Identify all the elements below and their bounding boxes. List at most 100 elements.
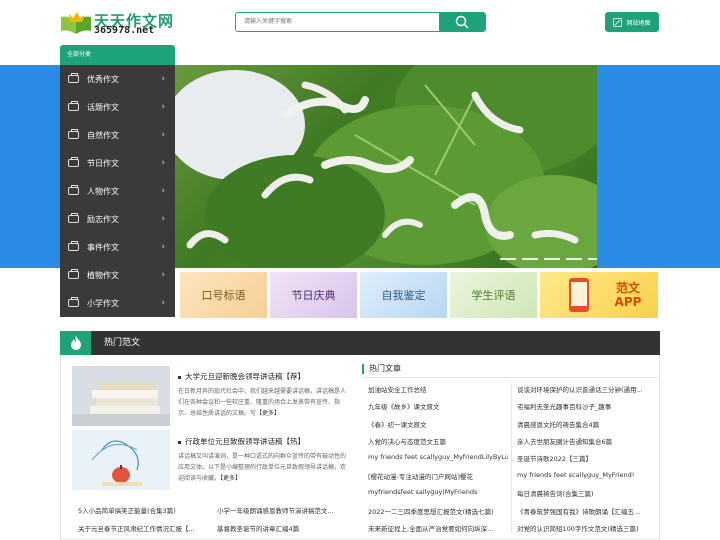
sidebar-item-plant[interactable]: 植物作文 › xyxy=(60,261,175,289)
read-more-link[interactable]: 【更多】 xyxy=(220,475,241,482)
hot-section-header xyxy=(60,331,660,355)
chevron-right-icon: › xyxy=(161,74,165,84)
list-item[interactable]: 加油站安全工作总结 xyxy=(368,384,508,394)
list-item[interactable]: 宅福利无圣光趣事百科沙子_趣事 xyxy=(517,401,657,411)
article-excerpt: 讲话稿又叫讲演词，是一种口语式的向群众宣传的带有鼓动性的应用文体。以下是小编整理… xyxy=(178,451,350,484)
carousel-dot[interactable] xyxy=(588,258,597,260)
edit-icon xyxy=(613,17,623,27)
article-excerpt-text: 讲话稿又叫讲演词，是一种口语式的向群众宣传的带有鼓动性的应用文体。以下是小编整理… xyxy=(178,453,347,482)
list-item[interactable]: 谈谈对环境保护的认识普通话三分钟(通用... xyxy=(517,384,657,394)
briefcase-icon xyxy=(68,157,79,167)
sidebar-item-primary[interactable]: 小学作文 › xyxy=(60,289,175,317)
phone-icon xyxy=(569,278,589,312)
briefcase-icon xyxy=(68,73,79,83)
chevron-right-icon: › xyxy=(161,242,165,252)
chevron-right-icon: › xyxy=(161,214,165,224)
chevron-right-icon: › xyxy=(161,158,165,168)
carousel-dot[interactable] xyxy=(500,258,516,260)
list-item[interactable]: 亲人去世朋友圈计告通知集合6篇 xyxy=(517,436,657,446)
site-logo[interactable]: 天天作文网 365978.net xyxy=(60,10,180,38)
list-item[interactable]: [樱花动漫-专注动漫的门户网站]樱花 xyxy=(368,471,508,481)
sidebar-item-festival[interactable]: 节日作文 › xyxy=(60,149,175,177)
sidebar-item-people[interactable]: 人物作文 › xyxy=(60,177,175,205)
chevron-right-icon: › xyxy=(161,130,165,140)
article-thumbnail[interactable] xyxy=(72,366,170,426)
list-item[interactable]: 对党的认识简短100字作文范文(精选三篇) xyxy=(517,523,657,533)
briefcase-icon xyxy=(68,269,79,279)
site-header: 天天作文网 365978.net 网站地图 xyxy=(0,0,720,46)
article-title[interactable]: 行政单位元旦致假领导讲话稿【热】 xyxy=(178,436,305,447)
sidebar-item-label: 节日作文 xyxy=(87,158,119,168)
apple-image xyxy=(72,430,170,490)
search-bar xyxy=(235,12,486,32)
list-item[interactable]: 清晨感恩文托的祷告集合4篇 xyxy=(517,419,657,429)
briefcase-icon xyxy=(68,129,79,139)
sidebar-item-topic[interactable]: 话题作文 › xyxy=(60,93,175,121)
list-item[interactable]: 关于元旦春节正风肃纪工作情况汇报【... xyxy=(78,523,195,533)
article-thumbnail[interactable] xyxy=(72,430,170,490)
card-label: 节日庆典 xyxy=(291,289,336,302)
sidebar-item-event[interactable]: 事件作文 › xyxy=(60,233,175,261)
sidebar-item-label: 自然作文 xyxy=(87,130,119,140)
list-item[interactable]: 基督教圣诞节的讲章汇编4篇 xyxy=(217,523,299,533)
chevron-right-icon: › xyxy=(161,186,165,196)
list-item[interactable]: 2022一二三四季度思想汇报范文(精选七篇) xyxy=(368,506,508,516)
list-item[interactable]: 未来新征程上,全面从严治党要如何向纵深... xyxy=(368,523,508,533)
banner-image[interactable] xyxy=(175,65,597,268)
list-item[interactable]: my friends feet scallyguy_MyfriendLilyBy… xyxy=(368,453,508,461)
chevron-right-icon: › xyxy=(161,270,165,280)
sitemap-button[interactable]: 网站地图 xyxy=(605,12,659,32)
search-input[interactable] xyxy=(236,13,441,31)
carousel-dot[interactable] xyxy=(566,258,582,260)
list-item[interactable]: 每日清晨祷告词(合集三篇) xyxy=(517,488,657,498)
list-item[interactable]: 5入小品简单搞笑正能量(合集3篇) xyxy=(78,505,176,515)
sidebar-item-nature[interactable]: 自然作文 › xyxy=(60,121,175,149)
card-label: 范文 APP xyxy=(614,281,642,309)
carousel-dot[interactable] xyxy=(522,258,538,260)
list-item[interactable]: 《春》初一课文原文 xyxy=(368,419,508,429)
carousel-dots xyxy=(500,258,597,260)
list-item[interactable]: 圣诞节诗歌2022【三篇】 xyxy=(517,453,657,463)
list-item[interactable]: 小学一年级朗诵感恩教师节演讲稿范文... xyxy=(217,505,334,515)
sidebar-item-label: 励志作文 xyxy=(87,214,119,224)
briefcase-icon xyxy=(68,213,79,223)
card-self-assessment[interactable]: 自我鉴定 xyxy=(360,272,447,318)
list-item[interactable]: 九年级《故乡》课文原文 xyxy=(368,401,508,411)
hot-section-title: 热门范文 xyxy=(104,338,141,348)
list-item[interactable]: 《青春筑梦强国有我》诗歌朗诵【汇编五... xyxy=(517,506,657,516)
sidebar-item-label: 话题作文 xyxy=(87,102,119,112)
briefcase-icon xyxy=(68,185,79,195)
card-student-comments[interactable]: 学生评语 xyxy=(450,272,537,318)
books-image xyxy=(72,366,170,426)
card-slogans[interactable]: 口号标语 xyxy=(180,272,267,318)
hot-articles-title: 热门文章 xyxy=(362,364,401,374)
search-button[interactable] xyxy=(439,13,485,31)
search-icon xyxy=(455,15,469,29)
article-excerpt: 在日新月异的现代社会中，我们越来越需要讲话稿，讲话稿是人们在各种会议和一些较庄重… xyxy=(178,386,350,419)
logo-domain: 365978.net xyxy=(94,25,155,36)
list-item[interactable]: my friends feet scallyguy_MyFriend! xyxy=(517,471,657,479)
chevron-right-icon: › xyxy=(161,102,165,112)
sidebar-item-inspiration[interactable]: 励志作文 › xyxy=(60,205,175,233)
chevron-right-icon: › xyxy=(161,298,165,308)
list-item[interactable]: 入党的决心与态度范文五篇 xyxy=(368,436,508,446)
carousel-dot[interactable] xyxy=(544,258,560,260)
sitemap-label: 网站地图 xyxy=(626,19,651,27)
flame-icon-box xyxy=(60,331,91,355)
sidebar-item-label: 植物作文 xyxy=(87,270,119,280)
card-festivals[interactable]: 节日庆典 xyxy=(270,272,357,318)
briefcase-icon xyxy=(68,241,79,251)
flame-icon xyxy=(70,336,81,350)
briefcase-icon xyxy=(68,297,79,307)
sidebar-item-excellent[interactable]: 优秀作文 › xyxy=(60,65,175,93)
divider xyxy=(362,377,658,378)
briefcase-icon xyxy=(68,101,79,111)
card-app[interactable]: 范文 APP xyxy=(540,272,658,318)
sidebar-item-label: 事件作文 xyxy=(87,242,119,252)
list-item[interactable]: myfriendsfeet sallyguy|MyFriends xyxy=(368,488,508,496)
all-categories-tab[interactable]: 全部分类 xyxy=(60,45,175,65)
article-title[interactable]: 大学元旦迎新晚会领导讲话稿【荐】 xyxy=(178,371,305,382)
divider xyxy=(511,383,512,533)
read-more-link[interactable]: 【更多】 xyxy=(256,410,280,417)
sidebar-item-label: 小学作文 xyxy=(87,298,119,308)
